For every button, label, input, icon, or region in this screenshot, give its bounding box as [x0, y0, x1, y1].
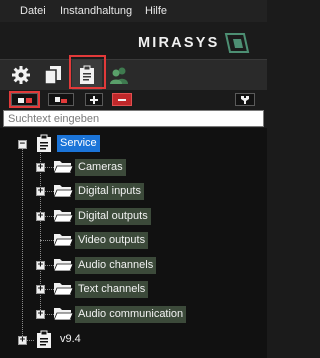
expand-toggle[interactable]: + [18, 336, 27, 345]
brand-name: MIRASYS [138, 35, 220, 51]
folder-icon [53, 210, 73, 223]
users-icon [110, 67, 128, 84]
folder-icon [53, 185, 73, 198]
tree-node-version[interactable]: v9.4 [57, 331, 84, 348]
tree-node-audio-channels[interactable]: Audio channels [75, 257, 157, 274]
tab-users[interactable] [104, 60, 134, 90]
tab-settings[interactable] [6, 60, 36, 90]
expand-toggle[interactable]: + [36, 261, 45, 270]
collapse-toggle[interactable]: − [18, 140, 27, 149]
wrench-icon [241, 95, 249, 104]
folder-icon [53, 259, 73, 272]
folder-icon [53, 308, 73, 321]
folder-icon [53, 161, 73, 174]
service-tree: − Service + Cameras + Digital inputs + D… [0, 128, 267, 358]
tree-node-digital-outputs[interactable]: Digital outputs [75, 208, 151, 225]
search-input[interactable] [3, 110, 264, 127]
expand-toggle[interactable]: + [36, 187, 45, 196]
expand-toggle[interactable]: + [36, 310, 45, 319]
minus-icon [118, 98, 126, 101]
plus-icon [90, 95, 98, 104]
clipboard-icon [37, 134, 51, 152]
mirasys-logo-icon [225, 33, 250, 53]
panel-tabs [0, 59, 267, 90]
tab-highlight [69, 55, 106, 89]
tree-line [40, 240, 54, 241]
folder-icon [53, 283, 73, 296]
tree-node-audio-communication[interactable]: Audio communication [75, 306, 187, 323]
tools-button[interactable] [235, 93, 255, 106]
tab-documents[interactable] [38, 60, 68, 90]
tree-node-video-outputs[interactable]: Video outputs [75, 232, 149, 249]
toolbar-highlight [9, 91, 40, 108]
collapse-view-icon [55, 96, 67, 103]
expand-toggle[interactable]: + [36, 212, 45, 221]
documents-icon [44, 66, 61, 85]
tree-node-cameras[interactable]: Cameras [75, 159, 126, 176]
tree-node-service[interactable]: Service [57, 135, 100, 152]
tree-node-text-channels[interactable]: Text channels [75, 281, 149, 298]
tree-node-digital-inputs[interactable]: Digital inputs [75, 183, 144, 200]
tree-toolbar [0, 91, 267, 109]
menu-file[interactable]: Datei [20, 5, 46, 17]
folder-icon [53, 234, 73, 247]
clipboard-icon [37, 330, 51, 348]
tree-line [22, 144, 23, 340]
brand-logo: MIRASYS [138, 31, 250, 55]
remove-button[interactable] [112, 93, 132, 106]
menu-help[interactable]: Hilfe [145, 5, 167, 17]
collapse-view-button[interactable] [48, 93, 74, 106]
add-button[interactable] [85, 93, 103, 106]
menu-bar: Datei Instandhaltung Hilfe [0, 0, 267, 22]
gear-icon [12, 66, 30, 84]
expand-toggle[interactable]: + [36, 285, 45, 294]
menu-maintenance[interactable]: Instandhaltung [60, 5, 132, 17]
expand-toggle[interactable]: + [36, 163, 45, 172]
